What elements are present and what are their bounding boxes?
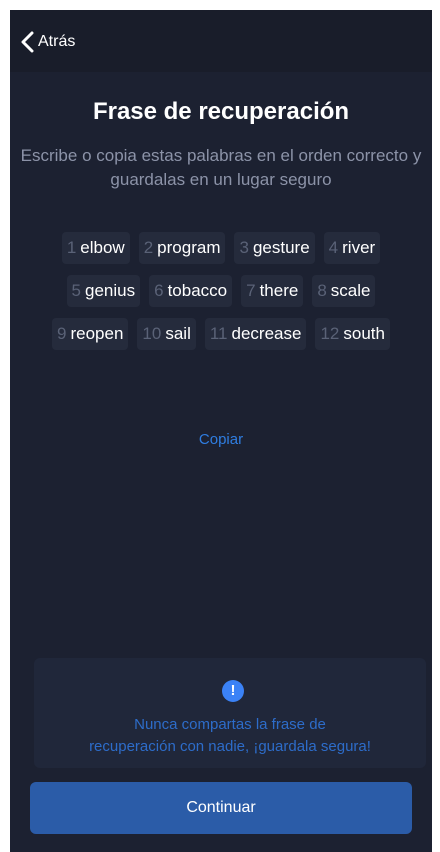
word-text: there (259, 281, 299, 300)
word-chip-11: 11 decrease (204, 318, 307, 350)
recovery-phrase-screen: Atrás Frase de recuperación Escribe o co… (10, 10, 432, 852)
word-chip-12: 12 south (315, 318, 390, 350)
word-grid: 1 elbow 2 program 3 gesture 4 river 5 genius … (24, 232, 418, 350)
word-text: sail (165, 324, 191, 343)
word-chip-3: 3 gesture (234, 232, 315, 264)
word-chip-1: 1 elbow (61, 232, 130, 264)
word-chip-7: 7 there (241, 275, 304, 307)
word-chip-8: 8 scale (312, 275, 376, 307)
page-title: Frase de recuperación (92, 98, 350, 125)
word-chip-10: 10 sail (137, 318, 196, 350)
word-text: reopen (70, 324, 124, 343)
back-label: Atrás (38, 33, 76, 50)
word-chip-9: 9 reopen (52, 318, 129, 350)
copy-button[interactable]: Copiar (10, 431, 432, 448)
chevron-left-icon (20, 31, 36, 53)
word-chip-5: 5 genius (66, 275, 141, 307)
word-number: 7 (246, 281, 256, 300)
word-number: 5 (71, 281, 81, 300)
continue-button[interactable]: Continuar (30, 782, 412, 834)
warning-line-2: recuperación con nadie, ¡guardala segura… (89, 738, 371, 755)
word-text: south (343, 324, 385, 343)
word-chip-2: 2 program (138, 232, 226, 264)
word-number: 3 (239, 238, 249, 257)
word-number: 8 (317, 281, 327, 300)
word-number: 9 (57, 324, 67, 343)
continue-label: Continuar (186, 799, 256, 816)
word-number: 1 (66, 238, 77, 257)
word-text: decrease (231, 324, 302, 343)
word-text: scale (330, 281, 371, 300)
word-number: 10 (142, 324, 162, 343)
word-chip-4: 4 river (323, 232, 381, 264)
warning-line-1: Nunca compartas la frase de (134, 716, 326, 733)
word-chip-6: 6 tobacco (149, 275, 233, 307)
warning-banner: ! Nunca compartas la frase de recuperaci… (34, 658, 426, 768)
page-subtitle: Escribe o copia estas palabras en el ord… (20, 146, 422, 189)
warning-text: Nunca compartas la frase de recuperación… (34, 714, 426, 758)
word-text: genius (84, 281, 136, 300)
top-bar: Atrás (10, 10, 432, 72)
word-number: 4 (328, 238, 339, 257)
word-number: 6 (154, 281, 164, 300)
exclamation-icon: ! (222, 680, 244, 702)
word-text: program (157, 238, 221, 257)
word-text: elbow (80, 238, 125, 257)
word-number: 2 (143, 238, 154, 257)
word-text: gesture (252, 238, 310, 257)
word-text: tobacco (167, 281, 228, 300)
back-button[interactable]: Atrás (20, 28, 75, 56)
word-number: 11 (209, 324, 228, 343)
word-text: river (342, 238, 376, 257)
word-number: 12 (320, 324, 340, 343)
